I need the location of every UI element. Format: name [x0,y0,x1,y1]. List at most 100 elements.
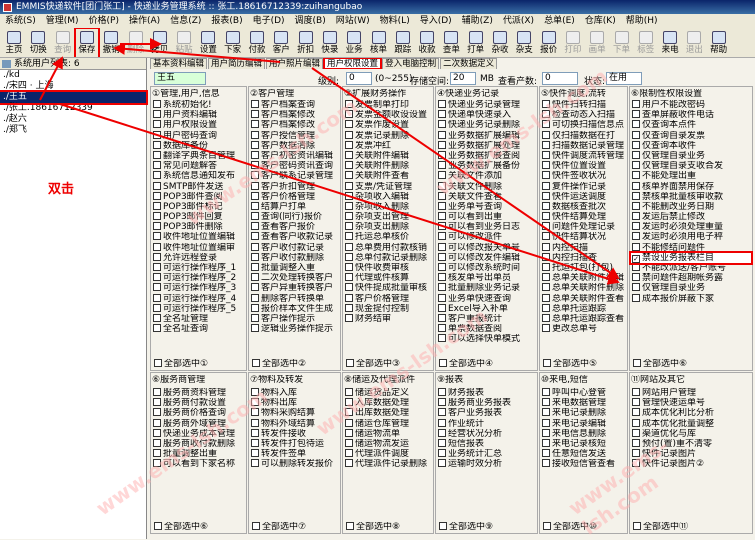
checkbox-icon[interactable] [632,232,640,241]
checkbox-icon[interactable] [345,100,353,108]
permission-checkbox[interactable]: 系统信息通知发布 [152,171,245,181]
permission-checkbox[interactable]: 客户业务报表 [437,408,536,418]
checkbox-icon[interactable] [438,222,446,231]
checkbox-icon[interactable] [542,191,550,200]
checkbox-icon[interactable] [251,438,259,447]
checkbox-icon[interactable] [542,408,550,417]
permission-checkbox[interactable]: 快件结算状况 [541,232,626,242]
space-field[interactable]: 20 [450,72,476,85]
menu-item[interactable]: 报表(B) [206,14,247,28]
permission-checkbox[interactable]: 总单托运跟踪 [541,303,626,314]
permission-checkbox[interactable]: 支票/凭证管理 [344,181,432,192]
checkbox-icon[interactable] [542,232,550,241]
permission-checkbox[interactable]: 物料入库 [250,388,339,398]
checkbox-icon[interactable] [542,303,550,312]
checkbox-icon[interactable] [251,324,259,333]
checkbox-icon[interactable] [251,459,259,468]
checkbox-icon[interactable] [251,110,259,119]
toolbar-button[interactable]: 画单 [586,29,608,57]
permission-checkbox[interactable]: 代理派件调度 [344,449,432,459]
permission-checkbox[interactable]: 可以修改派件 [437,232,536,242]
checkbox-icon[interactable] [438,242,446,251]
permission-checkbox[interactable]: 批量调整出重 [152,449,245,459]
checkbox-icon[interactable] [542,110,550,119]
checkbox-icon[interactable] [345,110,353,119]
checkbox-icon[interactable] [438,191,446,200]
permission-checkbox[interactable]: 快件扫转扫描 [541,100,626,110]
permission-checkbox[interactable]: 转发件接收 [250,428,339,439]
checkbox-icon[interactable] [542,120,550,129]
checkbox-icon[interactable] [251,398,259,407]
checkbox-icon[interactable] [251,313,259,322]
checkbox-icon[interactable] [154,521,162,530]
permission-checkbox[interactable]: 发票冲红 [344,140,432,151]
permission-checkbox[interactable]: 财务报表 [437,388,536,398]
checkbox-icon[interactable] [251,171,259,180]
checkbox-icon[interactable] [438,418,446,427]
toolbar-button[interactable]: 撤销 [100,29,122,57]
tab-item[interactable]: 基本资料编辑 [150,58,208,69]
permission-checkbox[interactable]: 仅管理自录支收合发 [631,161,751,171]
permission-checkbox[interactable]: 快件收费审核 [344,263,432,273]
checkbox-icon[interactable] [542,263,550,271]
checkbox-icon[interactable] [542,388,550,396]
permission-checkbox[interactable]: 发运后禁止修改 [631,212,751,222]
level-field[interactable]: 0 [346,72,372,85]
checkbox-icon[interactable] [345,388,353,396]
select-all-checkbox[interactable]: 全部选中④ [438,358,493,369]
toolbar-button[interactable]: 删除 [125,29,147,57]
checkbox-icon[interactable] [542,438,550,447]
toolbar-button[interactable]: 退出 [683,29,705,57]
checkbox-icon[interactable] [543,521,551,530]
permission-checkbox[interactable]: 不能改派送/客户账号 [631,263,751,273]
permission-checkbox[interactable]: 快递单快速录入 [437,110,536,120]
permission-checkbox[interactable]: 客户档案修改 [250,120,339,130]
checkbox-icon[interactable] [345,408,353,417]
select-all-checkbox[interactable]: 全部选中⑧ [345,521,400,532]
toolbar-button[interactable]: 标签 [635,29,657,57]
checkbox-icon[interactable] [542,100,550,108]
menu-item[interactable]: 操作(A) [124,14,165,28]
checkbox-icon[interactable] [542,181,550,190]
checkbox-icon[interactable] [346,358,354,367]
permission-checkbox[interactable]: 仅管理自录业务 [631,283,751,293]
checkbox-icon[interactable] [632,161,640,170]
menu-item[interactable]: 管理(M) [41,14,84,28]
checkbox-icon[interactable] [345,120,353,129]
checkbox-icon[interactable] [153,140,161,149]
checkbox-icon[interactable] [153,191,161,200]
checkbox-icon[interactable] [632,428,640,437]
checkbox-icon[interactable] [251,418,259,427]
permission-checkbox[interactable]: 总单托运跟踪查看 [541,313,626,324]
toolbar-button[interactable]: 打印 [562,29,584,57]
permission-checkbox[interactable]: 杂项支出管理 [344,212,432,222]
permission-checkbox[interactable]: 关联文件添加 [437,171,536,181]
checkbox-icon[interactable] [345,263,353,271]
permission-checkbox[interactable]: 物料外域结算 [250,418,339,429]
permission-checkbox[interactable]: 代理派件记录删除 [344,459,432,469]
checkbox-icon[interactable] [345,293,353,302]
permission-checkbox[interactable]: 可以删除转发报价 [250,459,339,469]
permission-checkbox[interactable]: 仅查询自录发票 [631,130,751,141]
permission-checkbox[interactable]: 客户收付款删除 [250,252,339,263]
checkbox-icon[interactable] [153,150,161,159]
checkbox-icon[interactable] [153,324,161,333]
permission-checkbox[interactable]: 总单关联附件查看 [541,293,626,304]
toolbar-button[interactable]: 收款 [416,29,438,57]
checkbox-icon[interactable] [632,212,640,221]
checkbox-icon[interactable] [345,130,353,139]
select-all-checkbox[interactable]: 全部选中③ [345,358,400,369]
permission-checkbox[interactable]: ✓ 禁设业务报表栏目 [629,250,753,266]
checkbox-icon[interactable] [345,418,353,427]
checkbox-icon[interactable] [438,273,446,282]
permission-checkbox[interactable]: 用户权限设置 [152,120,245,130]
permission-checkbox[interactable]: 全名址管理 [152,313,245,324]
menu-item[interactable]: 网站(W) [331,14,375,28]
username-field[interactable]: 王五 [154,72,206,85]
permission-checkbox[interactable]: 可以修改报关单号 [437,242,536,253]
checkbox-icon[interactable] [438,232,446,241]
permission-checkbox[interactable]: 客户异重转换客户 [250,283,339,293]
permission-checkbox[interactable]: 客户重报统计 [437,313,536,324]
checkbox-icon[interactable] [438,263,446,271]
permission-checkbox[interactable]: 更改总单号 [541,324,626,334]
